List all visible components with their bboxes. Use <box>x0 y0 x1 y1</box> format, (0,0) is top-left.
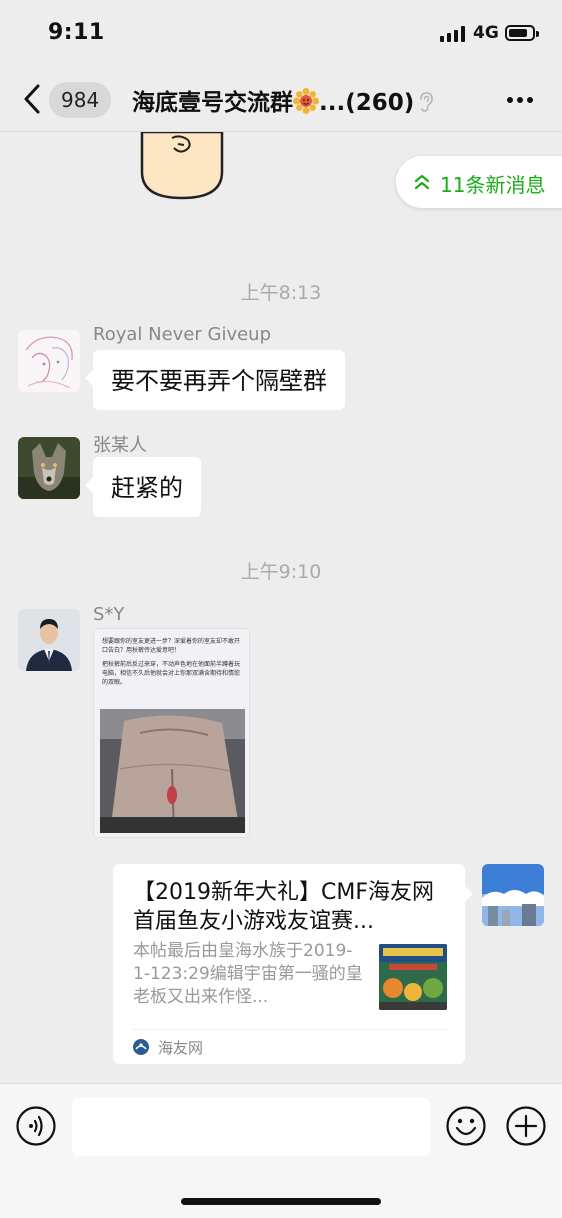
battery-icon <box>505 25 539 41</box>
image-caption-line: 把秋裤前后反过来穿，不动声色地在他面前半蹲着玩电脑，相信不久后他就会对上你那双满… <box>102 661 241 686</box>
sunflower-emoji-icon <box>293 88 319 114</box>
smiley-icon[interactable] <box>446 1106 486 1146</box>
signal-icon <box>440 26 468 42</box>
image-caption-line: 想要跟你的室友更进一步？深爱着你的室友却不敢开口告白？用秋裤传达爱意吧！ <box>102 638 241 654</box>
chevron-left-icon[interactable] <box>18 80 52 118</box>
avatar[interactable] <box>18 609 80 671</box>
link-card[interactable]: 【2019新年大礼】CMF海友网首届鱼友小游戏友谊赛... 本帖最后由皇海水族于… <box>113 864 473 1064</box>
avatar[interactable] <box>482 864 544 926</box>
more-dots-icon[interactable] <box>500 88 540 112</box>
plus-icon[interactable] <box>506 1106 546 1146</box>
new-messages-button[interactable]: 11条新消息 <box>396 156 562 208</box>
sender-name: 张某人 <box>93 435 147 456</box>
unread-count-badge[interactable]: 984 <box>49 82 112 118</box>
message-bubble[interactable]: 赶紧的 <box>85 457 201 517</box>
chat-header: 984 海底壹号交流群 ...(260) <box>0 68 562 132</box>
new-messages-label: 11条新消息 <box>440 173 546 197</box>
link-source: 海友网 <box>158 1039 204 1057</box>
status-time: 9:11 <box>48 20 105 45</box>
ear-icon <box>420 92 434 112</box>
message-bubble[interactable]: 要不要再弄个隔壁群 <box>85 350 345 410</box>
message-input[interactable] <box>72 1098 430 1156</box>
chat-title-ellipsis: ... <box>319 90 346 116</box>
image-message[interactable]: 想要跟你的室友更进一步？深爱着你的室友却不敢开口告白？用秋裤传达爱意吧！ 把秋裤… <box>93 628 250 838</box>
member-count: (260) <box>345 90 415 116</box>
avatar[interactable] <box>18 330 80 392</box>
site-logo-icon <box>133 1039 149 1055</box>
time-separator: 上午9:10 <box>240 561 322 583</box>
link-divider <box>133 1029 447 1030</box>
double-chevron-up-icon <box>414 174 430 190</box>
image-photo <box>100 709 245 833</box>
sender-name: Royal Never Giveup <box>93 324 272 345</box>
voice-icon[interactable] <box>16 1106 56 1146</box>
link-title: 【2019新年大礼】CMF海友网首届鱼友小游戏友谊赛... <box>133 880 434 934</box>
sender-name: S*Y <box>93 604 125 625</box>
image-caption: 想要跟你的室友更进一步？深爱着你的室友却不敢开口告白？用秋裤传达爱意吧！ 把秋裤… <box>102 637 244 687</box>
status-bar: 9:11 4G <box>0 0 562 68</box>
chat-title-text: 海底壹号交流群 <box>132 90 293 116</box>
home-indicator[interactable] <box>181 1198 381 1205</box>
link-description: 本帖最后由皇海水族于2019-1-123:29编辑宇宙第一骚的皇老板又出来作怪.… <box>133 941 363 1007</box>
sticker-image[interactable] <box>138 132 226 200</box>
time-separator: 上午8:13 <box>240 282 322 304</box>
avatar[interactable] <box>18 437 80 499</box>
network-type: 4G <box>473 23 499 43</box>
link-thumbnail <box>379 944 447 1010</box>
chat-title: 海底壹号交流群 ...(260) <box>132 83 434 117</box>
